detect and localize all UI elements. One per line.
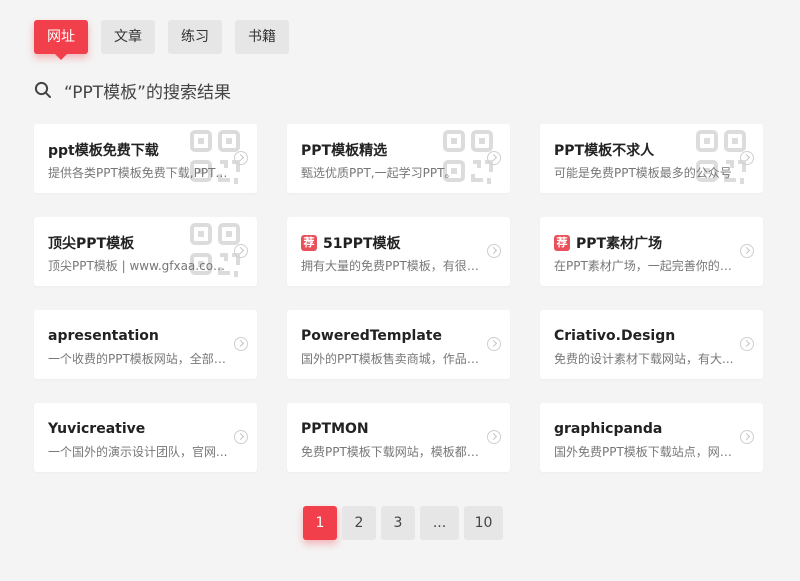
page-ellipsis[interactable]: ... [420, 506, 459, 540]
site-card[interactable]: 荐 51PPT模板拥有大量的免费PPT模板，有很多... [287, 217, 510, 286]
site-card-description: 顶尖PPT模板 | www.gfxaa.com ... [48, 259, 230, 273]
chevron-right-icon[interactable] [234, 337, 248, 351]
site-card[interactable]: ppt模板免费下载提供各类PPT模板免费下载,PPT背景 [34, 124, 257, 193]
site-card-title-row: PPTMON [301, 419, 496, 439]
site-card-title-row: PPT模板不求人 [554, 140, 749, 160]
search-icon [34, 81, 51, 98]
chevron-right-icon[interactable] [234, 151, 248, 165]
site-card-title-row: Criativo.Design [554, 326, 749, 346]
site-card-title: PoweredTemplate [301, 328, 442, 344]
site-card-description: 甄选优质PPT,一起学习PPT。 [301, 166, 457, 180]
site-card-title-row: 顶尖PPT模板 [48, 233, 243, 253]
site-card-title: 51PPT模板 [323, 236, 401, 252]
site-card-title: 顶尖PPT模板 [48, 236, 135, 252]
chevron-right-icon[interactable] [487, 151, 501, 165]
site-card[interactable]: 荐 PPT素材广场在PPT素材广场，一起完善你的P... [540, 217, 763, 286]
site-card-title: PPT模板不求人 [554, 143, 655, 159]
site-card-title-row: PoweredTemplate [301, 326, 496, 346]
chevron-right-icon[interactable] [487, 430, 501, 444]
site-card-description: 免费PPT模板下载网站，模板都比... [301, 445, 483, 459]
search-result-title: “PPT模板”的搜索结果 [64, 82, 231, 103]
site-card-title: PPT素材广场 [576, 236, 663, 252]
site-card[interactable]: PPTMON 免费PPT模板下载网站，模板都比... [287, 403, 510, 472]
chevron-right-icon[interactable] [740, 430, 754, 444]
site-card-description: 免费的设计素材下载网站，有大... [554, 352, 734, 366]
site-card[interactable]: Yuvicreative 一个国外的演示设计团队，官网... [34, 403, 257, 472]
site-card[interactable]: PPT模板不求人可能是免费PPT模板最多的公众号 [540, 124, 763, 193]
site-card-title: Yuvicreative [48, 421, 146, 437]
site-card-description: 一个收费的PPT模板网站，全部都... [48, 352, 230, 366]
recommend-badge: 荐 [301, 235, 317, 251]
result-grid: ppt模板免费下载提供各类PPT模板免费下载,PPT背景 PPT模板精选甄选优质… [34, 124, 764, 472]
chevron-right-icon[interactable] [487, 337, 501, 351]
tab-exercises[interactable]: 练习 [168, 20, 222, 54]
search-result-heading: “PPT模板”的搜索结果 [34, 78, 231, 103]
site-card-title: Criativo.Design [554, 328, 676, 344]
tab-websites[interactable]: 网址 [34, 20, 88, 60]
site-card-description: 可能是免费PPT模板最多的公众号 [554, 166, 732, 180]
site-card-description: 拥有大量的免费PPT模板，有很多... [301, 259, 483, 273]
recommend-badge: 荐 [554, 235, 570, 251]
chevron-right-icon[interactable] [740, 151, 754, 165]
site-card-title-row: Yuvicreative [48, 419, 243, 439]
chevron-right-icon[interactable] [740, 337, 754, 351]
site-card-title: PPTMON [301, 421, 369, 437]
pagination: 1 2 3... 10 [303, 506, 503, 540]
site-card-description: 提供各类PPT模板免费下载,PPT背景 [48, 166, 230, 180]
site-card-title: PPT模板精选 [301, 143, 388, 159]
tab-books[interactable]: 书籍 [235, 20, 289, 54]
tab-articles[interactable]: 文章 [101, 20, 155, 54]
site-card-title-row: graphicpanda [554, 419, 749, 439]
site-card-description: 一个国外的演示设计团队，官网... [48, 445, 228, 459]
chevron-right-icon[interactable] [740, 244, 754, 258]
chevron-right-icon[interactable] [487, 244, 501, 258]
site-card[interactable]: Criativo.Design 免费的设计素材下载网站，有大... [540, 310, 763, 379]
site-card-title: ppt模板免费下载 [48, 143, 159, 159]
site-card-description: 在PPT素材广场，一起完善你的P... [554, 259, 736, 273]
site-card[interactable]: 顶尖PPT模板顶尖PPT模板 | www.gfxaa.com ... [34, 217, 257, 286]
site-card[interactable]: PoweredTemplate 国外的PPT模板售卖商城，作品质... [287, 310, 510, 379]
site-card-title-row: ppt模板免费下载 [48, 140, 243, 160]
site-card[interactable]: apresentation 一个收费的PPT模板网站，全部都... [34, 310, 257, 379]
site-card[interactable]: PPT模板精选甄选优质PPT,一起学习PPT。 [287, 124, 510, 193]
site-card-title: apresentation [48, 328, 159, 344]
chevron-right-icon[interactable] [234, 430, 248, 444]
site-card-title-row: PPT模板精选 [301, 140, 496, 160]
page-button-10[interactable]: 10 [464, 506, 503, 540]
site-card-title-row: 荐 PPT素材广场 [554, 233, 749, 253]
site-card-title-row: apresentation [48, 326, 243, 346]
chevron-right-icon[interactable] [234, 244, 248, 258]
search-results-page: 网址 文章 练习 书籍 “PPT模板”的搜索结果 ppt模板免费下载提供各类PP… [0, 0, 800, 581]
site-card-title-row: 荐 51PPT模板 [301, 233, 496, 253]
page-button-2[interactable]: 2 [342, 506, 376, 540]
site-card[interactable]: graphicpanda 国外免费PPT模板下载站点，网站... [540, 403, 763, 472]
site-card-description: 国外的PPT模板售卖商城，作品质... [301, 352, 483, 366]
site-card-title: graphicpanda [554, 421, 663, 437]
page-button-3[interactable]: 3 [381, 506, 415, 540]
page-button-1[interactable]: 1 [303, 506, 337, 540]
site-card-description: 国外免费PPT模板下载站点，网站... [554, 445, 736, 459]
category-tabs: 网址 文章 练习 书籍 [34, 20, 289, 60]
